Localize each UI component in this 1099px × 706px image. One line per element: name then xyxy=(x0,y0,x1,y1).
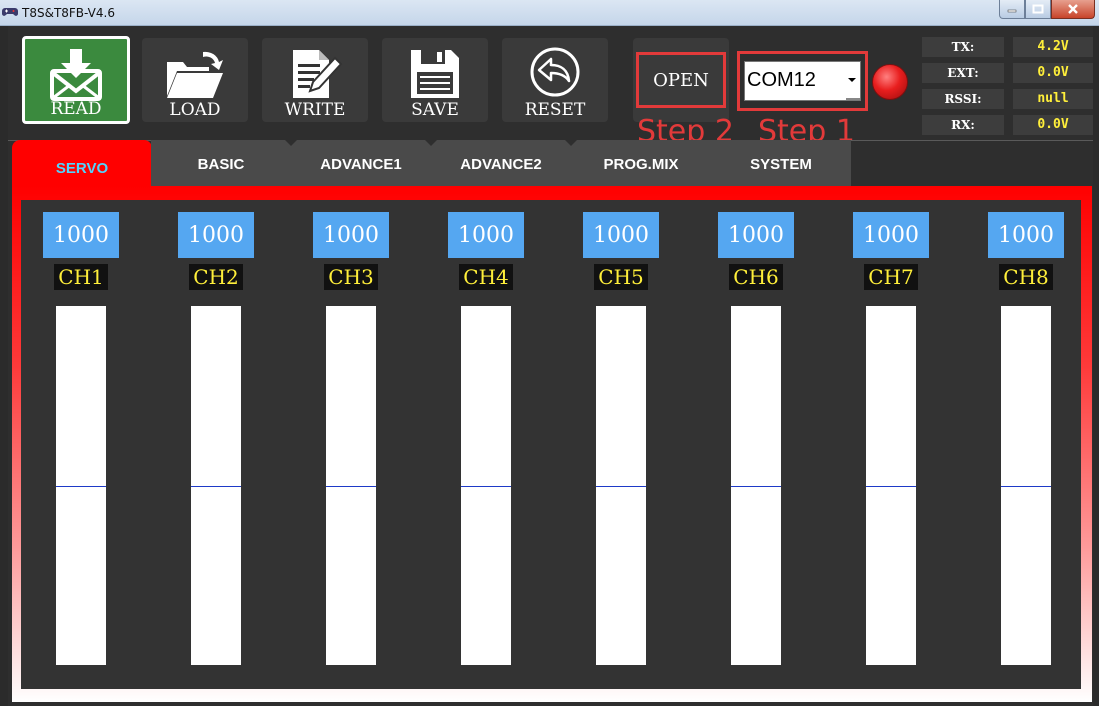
save-label: SAVE xyxy=(411,100,459,120)
channel-label: CH1 xyxy=(54,264,108,290)
channel-level-marker xyxy=(191,486,241,487)
load-label: LOAD xyxy=(169,100,221,120)
close-icon xyxy=(1068,4,1078,14)
save-button[interactable]: SAVE xyxy=(382,38,488,122)
download-mail-icon xyxy=(50,49,102,101)
window-title: T8S&T8FB-V4.6 xyxy=(22,6,115,20)
channel-value: 1000 xyxy=(448,212,524,258)
channel-label: CH8 xyxy=(999,264,1053,290)
open-button-container: OPEN xyxy=(633,38,729,122)
floppy-disk-icon xyxy=(411,50,459,98)
channel-label: CH5 xyxy=(594,264,648,290)
tab-system[interactable]: SYSTEM xyxy=(711,140,851,189)
tab-divider xyxy=(565,140,577,146)
edit-document-icon xyxy=(293,50,343,98)
rx-value: 0.0V xyxy=(1013,115,1093,135)
read-button[interactable]: READ xyxy=(22,36,130,124)
connection-status-led xyxy=(872,64,908,100)
channel-bar xyxy=(1001,306,1051,665)
gamepad-icon xyxy=(2,8,18,16)
rx-label: RX: xyxy=(922,115,1004,135)
maximize-icon xyxy=(1032,4,1044,14)
channel-label: CH3 xyxy=(324,264,378,290)
channel-value: 1000 xyxy=(178,212,254,258)
channel-level-marker xyxy=(326,486,376,487)
minimize-button[interactable] xyxy=(999,0,1025,19)
tx-value: 4.2V xyxy=(1013,37,1093,57)
close-button[interactable] xyxy=(1051,0,1095,19)
ext-label: EXT: xyxy=(922,63,1004,83)
channel-level-marker xyxy=(461,486,511,487)
dropdown-underline xyxy=(846,98,860,100)
channel-level-marker xyxy=(56,486,106,487)
channel-bar xyxy=(596,306,646,665)
maximize-button[interactable] xyxy=(1025,0,1051,19)
channel-value: 1000 xyxy=(718,212,794,258)
channel-value: 1000 xyxy=(583,212,659,258)
open-button[interactable]: OPEN xyxy=(636,52,726,108)
minimize-icon xyxy=(1007,9,1017,13)
channel-value: 1000 xyxy=(853,212,929,258)
write-button[interactable]: WRITE xyxy=(262,38,368,122)
tx-label: TX: xyxy=(922,37,1004,57)
channel-level-marker xyxy=(731,486,781,487)
channel-bar xyxy=(731,306,781,665)
channel-level-marker xyxy=(866,486,916,487)
channel-value: 1000 xyxy=(43,212,119,258)
open-folder-icon xyxy=(167,51,223,98)
channel-bar xyxy=(191,306,241,665)
channel-bar xyxy=(866,306,916,665)
channel-label: CH4 xyxy=(459,264,513,290)
undo-arrow-icon xyxy=(530,47,580,97)
reset-button[interactable]: RESET xyxy=(502,38,608,122)
channel-value: 1000 xyxy=(313,212,389,258)
channel-label: CH7 xyxy=(864,264,918,290)
ext-value: 0.0V xyxy=(1013,63,1093,83)
dropdown-arrow-icon xyxy=(848,78,856,82)
channel-bar xyxy=(461,306,511,665)
tab-divider xyxy=(285,140,297,146)
tab-divider xyxy=(425,140,437,146)
channel-bar xyxy=(326,306,376,665)
tab-prog-mix[interactable]: PROG.MIX xyxy=(571,140,711,189)
com-port-select[interactable]: COM12 xyxy=(744,61,861,101)
channel-value: 1000 xyxy=(988,212,1064,258)
rssi-label: RSSI: xyxy=(922,89,1004,109)
channel-bar xyxy=(56,306,106,665)
channel-level-marker xyxy=(1001,486,1051,487)
main-frame: READ LOAD WRITE SAVE RESET OPEN COM12 St… xyxy=(8,26,1093,706)
tab-advance1[interactable]: ADVANCE1 xyxy=(291,140,431,189)
load-button[interactable]: LOAD xyxy=(142,38,248,122)
channel-level-marker xyxy=(596,486,646,487)
rssi-value: null xyxy=(1013,89,1093,109)
tab-basic[interactable]: BASIC xyxy=(151,140,291,189)
tab-advance2[interactable]: ADVANCE2 xyxy=(431,140,571,189)
servo-panel: 1000 CH1 1000 CH2 1000 CH3 1000 CH4 1000 xyxy=(12,186,1092,702)
reset-label: RESET xyxy=(524,100,586,120)
channel-label: CH2 xyxy=(189,264,243,290)
channel-label: CH6 xyxy=(729,264,783,290)
write-label: WRITE xyxy=(284,100,346,120)
com-port-highlight: COM12 xyxy=(737,51,868,111)
servo-channels-area: 1000 CH1 1000 CH2 1000 CH3 1000 CH4 1000 xyxy=(21,200,1081,689)
title-bar: T8S&T8FB-V4.6 xyxy=(0,0,1099,26)
com-port-value: COM12 xyxy=(747,69,816,91)
read-label: READ xyxy=(50,99,102,119)
